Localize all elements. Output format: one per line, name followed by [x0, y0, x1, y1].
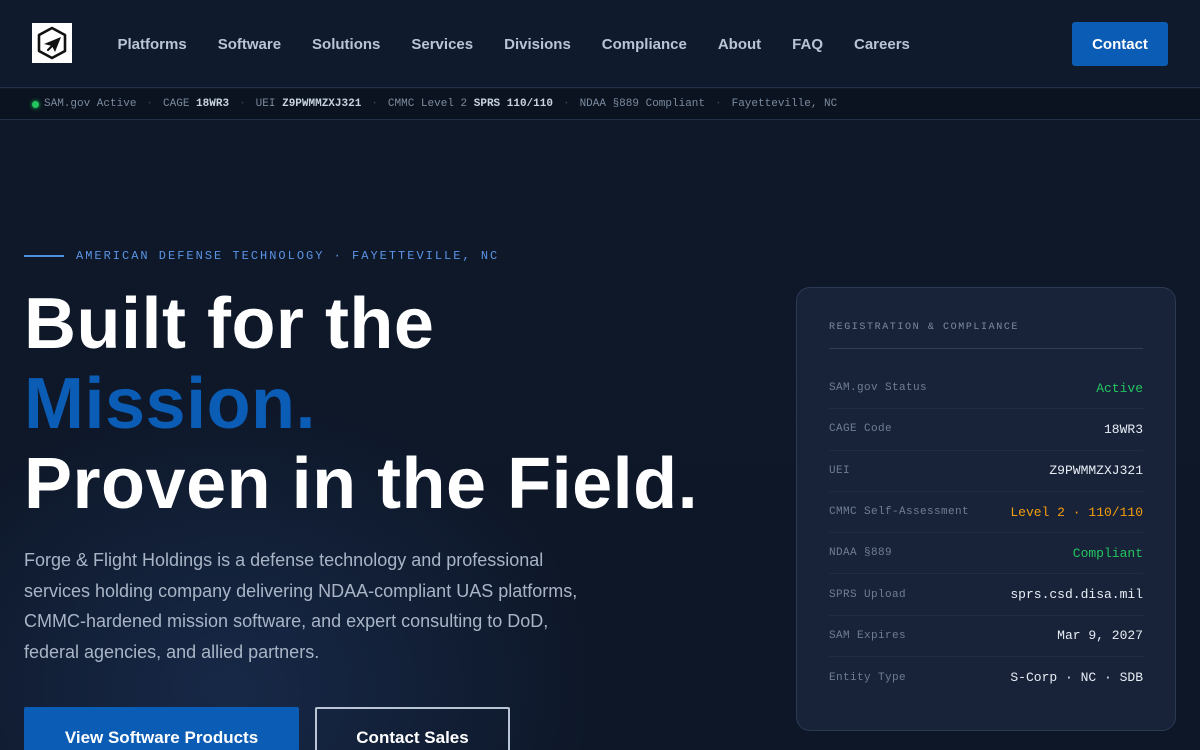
row-value: Active — [1096, 380, 1143, 396]
row-value: Mar 9, 2027 — [1057, 628, 1143, 644]
cmmc-label: CMMC Level 2 — [387, 98, 468, 110]
registration-row: Entity Type S-Corp · NC · SDB — [829, 657, 1143, 698]
row-label: NDAA §889 — [829, 547, 893, 560]
row-value: Compliant — [1072, 545, 1143, 561]
row-value: Z9PWMMZXJ321 — [1049, 463, 1143, 479]
location-text: Fayetteville, NC — [731, 98, 838, 110]
registration-rows: SAM.gov Status Active CAGE Code 18WR3 UE… — [829, 368, 1143, 698]
row-value: S-Corp · NC · SDB — [1010, 670, 1143, 686]
ndaa-status: NDAA §889 Compliant — [579, 98, 705, 110]
view-software-products-button[interactable]: View Software Products — [24, 707, 299, 750]
headline-line-3: Proven in the Field. — [24, 444, 699, 524]
status-dot-icon — [32, 100, 39, 108]
nav-link-divisions[interactable]: Divisions — [489, 36, 587, 53]
nav-link-services[interactable]: Services — [396, 36, 489, 53]
separator: · — [715, 98, 722, 110]
registration-row: SAM.gov Status Active — [829, 368, 1143, 410]
separator: · — [239, 98, 246, 110]
row-label: SAM Expires — [829, 629, 907, 642]
row-label: UEI — [829, 464, 851, 477]
registration-row: UEI Z9PWMMZXJ321 — [829, 451, 1143, 492]
separator: · — [371, 98, 378, 110]
cage-value: 18WR3 — [196, 98, 230, 110]
cage-label: CAGE — [163, 98, 190, 110]
registration-row: SPRS Upload sprs.csd.disa.mil — [829, 574, 1143, 616]
nav-link-platforms[interactable]: Platforms — [102, 36, 202, 53]
card-title: REGISTRATION & COMPLIANCE — [829, 322, 1143, 349]
sam-status-text: SAM.gov Active — [44, 98, 137, 110]
registration-row: NDAA §889 Compliant — [829, 533, 1143, 575]
nav-link-faq[interactable]: FAQ — [777, 36, 839, 53]
sprs-value: SPRS 110/110 — [473, 98, 553, 110]
headline-accent: Mission. — [24, 364, 317, 444]
row-label: SAM.gov Status — [829, 382, 928, 395]
nav-link-software[interactable]: Software — [202, 36, 296, 53]
row-value: sprs.csd.disa.mil — [1010, 587, 1143, 603]
primary-nav: Platforms Software Solutions Services Di… — [102, 0, 925, 88]
company-logo[interactable] — [32, 23, 72, 63]
registration-row: CAGE Code 18WR3 — [829, 409, 1143, 451]
registration-row: SAM Expires Mar 9, 2027 — [829, 616, 1143, 658]
nav-link-about[interactable]: About — [702, 36, 776, 53]
row-value: Level 2 · 110/110 — [1010, 504, 1143, 520]
nav-link-compliance[interactable]: Compliance — [586, 36, 702, 53]
row-value: 18WR3 — [1103, 421, 1143, 437]
hero-description: Forge & Flight Holdings is a defense tec… — [24, 550, 578, 662]
row-label: CAGE Code — [829, 423, 893, 436]
shield-jet-logo-icon — [37, 26, 67, 60]
nav-link-solutions[interactable]: Solutions — [297, 36, 396, 53]
headline-line-1: Built for the — [24, 284, 435, 364]
status-strip: SAM.gov Active · CAGE 18WR3 · UEI Z9PWMM… — [0, 89, 1200, 120]
hero-eyebrow: AMERICAN DEFENSE TECHNOLOGY · FAYETTEVIL… — [24, 249, 499, 263]
hero-headline: Built for the Mission. Proven in the Fie… — [24, 284, 698, 524]
page: Platforms Software Solutions Services Di… — [0, 0, 1200, 750]
uei-value: Z9PWMMZXJ321 — [282, 98, 362, 110]
row-label: SPRS Upload — [829, 588, 907, 601]
uei-label: UEI — [255, 98, 276, 110]
eyebrow-text: AMERICAN DEFENSE TECHNOLOGY · FAYETTEVIL… — [76, 249, 500, 263]
contact-button[interactable]: Contact — [1072, 22, 1168, 66]
top-nav: Platforms Software Solutions Services Di… — [0, 0, 1200, 88]
row-label: CMMC Self-Assessment — [829, 506, 970, 519]
nav-link-careers[interactable]: Careers — [839, 36, 926, 53]
registration-card: REGISTRATION & COMPLIANCE SAM.gov Status… — [796, 287, 1176, 731]
registration-row: CMMC Self-Assessment Level 2 · 110/110 — [829, 492, 1143, 534]
row-label: Entity Type — [829, 671, 907, 684]
separator: · — [146, 98, 154, 110]
eyebrow-rule — [24, 255, 64, 257]
separator: · — [562, 98, 570, 110]
contact-sales-button[interactable]: Contact Sales — [315, 707, 510, 750]
